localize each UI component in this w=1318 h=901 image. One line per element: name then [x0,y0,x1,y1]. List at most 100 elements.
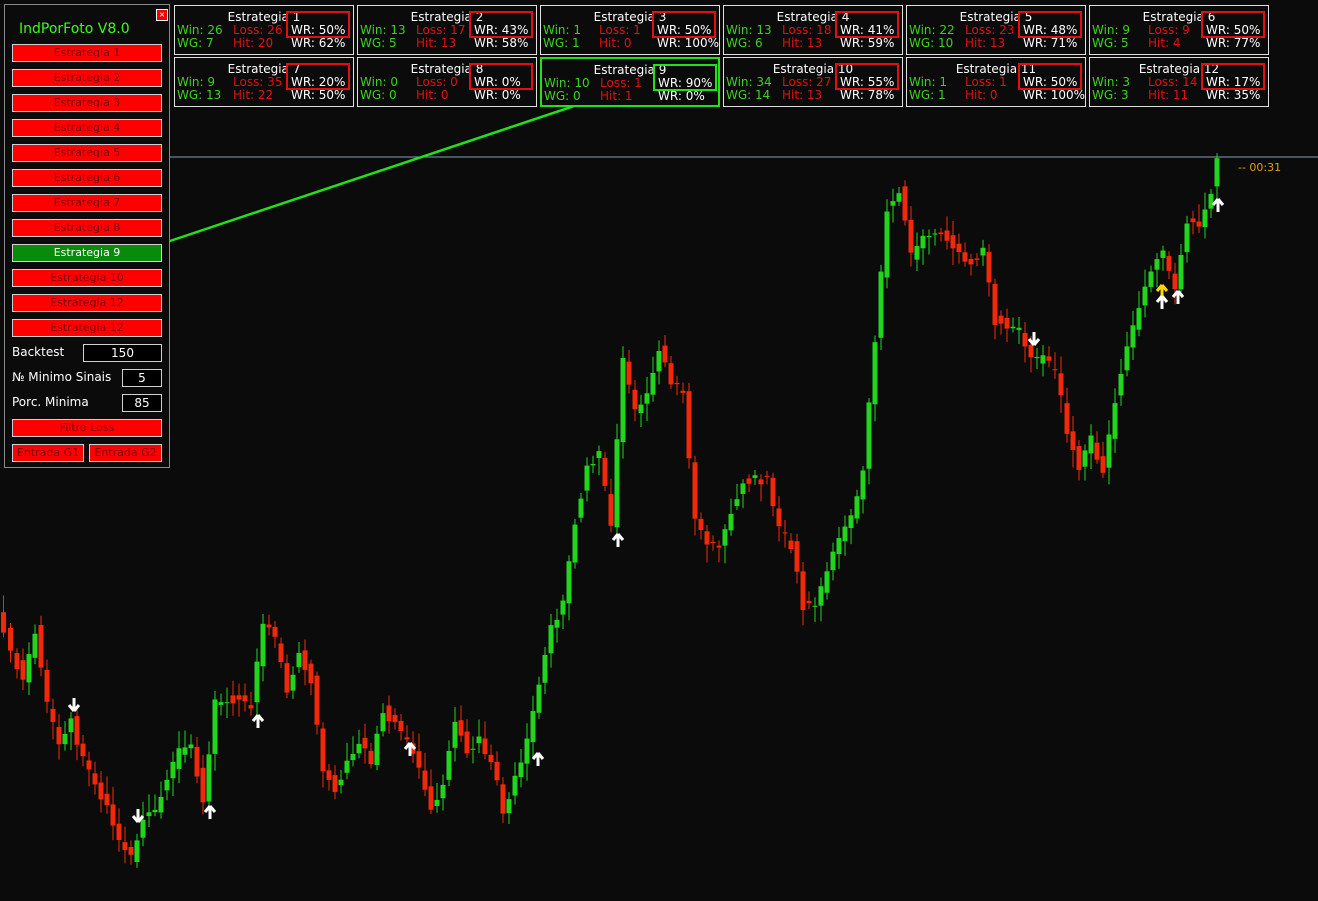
candle-body [770,477,776,507]
candle-body [182,747,188,755]
min-signals-input[interactable]: 5 [122,369,162,387]
candle-body [740,483,746,494]
candle-body [776,508,782,527]
candle-body [890,201,896,206]
candle-body [542,654,548,683]
candle-body [704,531,710,545]
candle-body [818,586,824,606]
candle-body [44,669,50,702]
candle-body [566,561,572,604]
candle-body [374,733,380,765]
arrow-up-icon [531,752,545,766]
candle-body [440,784,446,799]
min-percent-label: Porc. Minima [12,395,89,409]
wg-count: WG: 14 [726,88,771,102]
min-percent-input[interactable]: 85 [122,394,162,412]
strategy-button-8[interactable]: Estrategia 8 [12,219,162,237]
win-count: Win: 9 [1092,23,1131,37]
stats-card-5: Estrategia 5 Win: 22 Loss: 23 WR: 48% WG: 10… [906,5,1086,55]
candle-body [428,786,434,810]
candle-body [146,812,152,817]
candle-body [56,726,62,745]
candle-body [728,513,734,531]
candle-body [896,193,902,202]
candle-body [668,363,674,385]
loss-count: Loss: 14 [1148,75,1198,89]
win-count: Win: 1 [909,75,948,89]
candle-body [8,627,13,651]
candle-body [506,799,512,814]
candle-body [1118,373,1124,396]
candle-body [536,684,542,713]
wr-highlight-box [1018,63,1082,90]
candle-body [362,737,368,749]
candle-body [308,663,314,684]
candle-body [644,393,650,404]
candle-body [128,847,134,855]
loss-count: Loss: 0 [416,75,458,89]
close-icon[interactable]: × [156,9,168,21]
candle-body [848,515,854,529]
min-signals-label: № Minimo Sinais [12,370,112,384]
candle-body [554,619,560,628]
candle-body [350,754,356,760]
candle-body [326,770,332,780]
candle-body [1,612,6,633]
arrow-up-icon [1155,295,1169,309]
filtro-loss-button[interactable]: Filtro Loss [12,419,162,437]
wr-highlight-box [1201,63,1265,90]
strategy-button-9[interactable]: Estrategia 9 [12,244,162,262]
candle-body [512,775,518,796]
candle-body [1016,327,1022,330]
candle-body [158,797,164,813]
candle-body [854,496,860,519]
candlestick-chart[interactable] [0,0,1318,901]
candle-body [68,718,74,733]
wg-count: WG: 1 [543,36,580,50]
strategy-button-6[interactable]: Estrategia 6 [12,169,162,187]
hit-count: Hit: 11 [1148,88,1189,102]
candle-body [602,457,608,486]
candle-body [1070,431,1076,450]
stats-card-2: Estrategia 2 Win: 13 Loss: 17 WR: 43% WG: 5H… [357,5,537,55]
strategy-button-5[interactable]: Estrategia 5 [12,144,162,162]
loss-count: Loss: 1 [599,23,641,37]
candle-body [1022,332,1028,347]
candle-body [614,439,620,528]
candle-body [1208,193,1214,209]
candle-body [296,652,302,668]
strategy-button-4[interactable]: Estrategia 4 [12,119,162,137]
candle-body [284,663,290,693]
candle-body [416,751,422,768]
wr-highlight-box [652,11,716,38]
candle-body [140,819,146,838]
candle-body [1088,435,1094,454]
entrada-g2-button[interactable]: Entrada G2 [89,444,162,462]
strategy-button-3[interactable]: Estrategia 3 [12,94,162,112]
candle-body [464,731,470,754]
candle-body [38,625,44,668]
candle-body [458,720,464,736]
stats-card-8: Estrategia 8 Win: 0 Loss: 0 WR: 0% WG: 0 Hit:… [357,57,537,107]
candle-body [500,784,506,814]
strategy-button-7[interactable]: Estrategia 7 [12,194,162,212]
strategy-button-10[interactable]: Estrategia 10 [12,269,162,287]
arrow-up-icon [1155,284,1169,296]
candle-body [932,233,938,235]
entrada-g1-button[interactable]: Entrada G1 [12,444,84,462]
strategy-button-11[interactable]: Estrategia 12 [12,294,162,312]
strategy-button-2[interactable]: Estrategia 2 [12,69,162,87]
win-rate-gale: WR: 0% [658,89,705,103]
wg-count: WG: 0 [544,89,581,103]
strategy-button-1[interactable]: Estrategia 1 [12,44,162,62]
strategy-button-12[interactable]: Estrategia 12 [12,319,162,337]
win-rate-gale: WR: 59% [840,36,895,50]
candle-body [1046,356,1052,361]
loss-count: Loss: 1 [600,76,642,90]
win-count: Win: 1 [543,23,582,37]
wg-count: WG: 5 [1092,36,1129,50]
candle-body [1136,308,1142,330]
candle-body [116,823,122,840]
backtest-input[interactable]: 150 [83,344,162,362]
candle-body [452,721,458,748]
